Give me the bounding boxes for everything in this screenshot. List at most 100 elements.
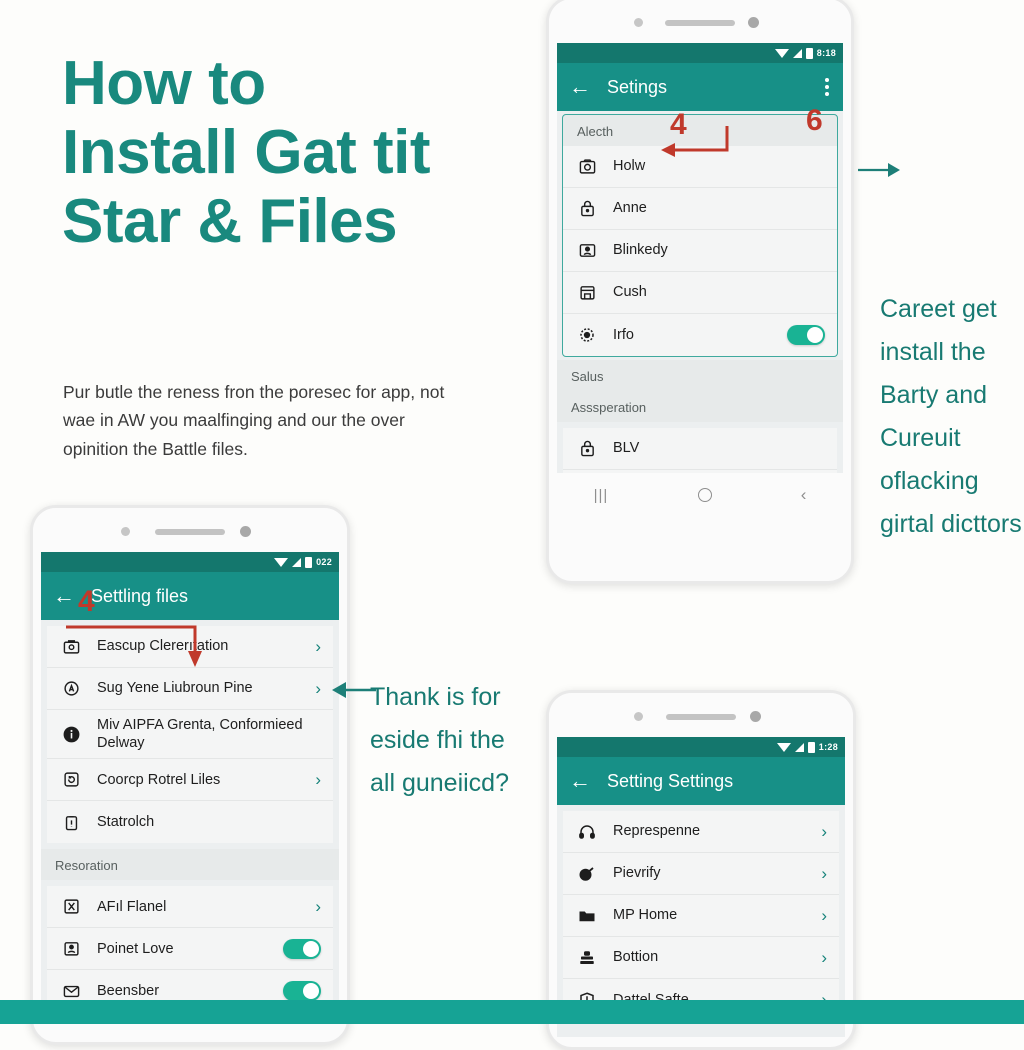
sensor-dot-icon bbox=[634, 712, 644, 721]
list-item[interactable]: Coorcp Rotrel Liles › bbox=[47, 759, 333, 802]
status-bar-time: 1:28 bbox=[818, 742, 838, 752]
lock-icon bbox=[575, 437, 599, 461]
front-camera-icon bbox=[748, 17, 760, 28]
list-item-label: Irfo bbox=[613, 326, 634, 343]
phone-mockup-bottom-right: 1:28 ← Setting Settings Represpenne › Pi… bbox=[546, 690, 856, 1050]
list-item[interactable]: Bottion › bbox=[563, 937, 839, 979]
phone-screen-bottom-right: 1:28 ← Setting Settings Represpenne › Pi… bbox=[557, 737, 845, 1037]
sensor-dot-icon bbox=[120, 527, 130, 536]
chevron-right-icon: › bbox=[821, 947, 827, 967]
arrow-left-icon[interactable]: ← bbox=[569, 76, 595, 98]
list-item[interactable]: BLV bbox=[563, 428, 837, 470]
settings-group-asssperation: BLV Sale dito bbox=[563, 428, 837, 473]
list-item-label: Miv AIPFA Grenta, Conformieed Delway bbox=[97, 717, 303, 752]
title-line-1: How to bbox=[62, 49, 266, 118]
list-item-label: Cush bbox=[613, 284, 647, 301]
note-icon bbox=[59, 810, 83, 834]
list-item[interactable]: AFıl Flanel › bbox=[47, 886, 333, 929]
arrow-left-icon[interactable]: ← bbox=[53, 585, 79, 607]
stamp-icon bbox=[575, 946, 599, 970]
chevron-right-icon: › bbox=[315, 896, 321, 916]
chevron-right-icon: › bbox=[821, 821, 827, 841]
page-title: How to Install Gat tit Star & Files bbox=[62, 52, 502, 254]
list-item-label: Coorcp Rotrel Liles bbox=[97, 771, 221, 788]
annotation-arrow-teal-left bbox=[332, 682, 376, 698]
info-icon bbox=[59, 722, 83, 746]
app-bar-title: Setings bbox=[607, 76, 668, 97]
annotation-arrow-red-left bbox=[66, 625, 202, 667]
contact-icon bbox=[575, 239, 599, 263]
phone-bezel-top bbox=[33, 508, 347, 552]
list-item-label: Pievrify bbox=[613, 865, 661, 882]
gear-icon bbox=[575, 323, 599, 347]
list-item[interactable]: Represpenne › bbox=[563, 811, 839, 853]
settings-group-resoration: AFıl Flanel › Poinet Love Beensber bbox=[47, 886, 333, 1013]
home-circle-icon[interactable] bbox=[697, 488, 712, 502]
right-caption-text: Careet get install the Barty and Cureuit… bbox=[880, 295, 1024, 538]
app-bar: ← Setting Settings bbox=[557, 757, 845, 805]
phone-screen-top-right: 8:18 ← Setings Alecth Holw Anne Blinkedy… bbox=[557, 43, 843, 473]
list-item[interactable]: Anne bbox=[563, 188, 837, 230]
person-icon bbox=[59, 937, 83, 961]
list-item-label: Bottion bbox=[613, 949, 659, 966]
chevron-right-icon: › bbox=[821, 863, 827, 883]
chevron-right-icon: › bbox=[315, 769, 321, 789]
middle-caption-text: Thank is for eside fhi the all guneiicd? bbox=[370, 683, 509, 797]
list-item[interactable]: Pievrify › bbox=[563, 853, 839, 895]
list-item[interactable]: Irfo bbox=[563, 314, 837, 356]
refresh-icon bbox=[59, 768, 83, 792]
chevron-right-icon: › bbox=[821, 905, 827, 925]
signal-icon bbox=[792, 48, 802, 58]
list-item[interactable]: MP Home › bbox=[563, 895, 839, 937]
annotation-number-4-top: 4 bbox=[670, 108, 687, 141]
toggle-switch[interactable] bbox=[283, 938, 321, 959]
list-item-label: AFıl Flanel bbox=[97, 898, 167, 915]
battery-icon bbox=[805, 47, 813, 59]
list-item[interactable]: Miv AIPFA Grenta, Conformieed Delway bbox=[47, 710, 333, 760]
list-item-label: Beensber bbox=[97, 983, 160, 1000]
list-item[interactable]: Sale dito bbox=[563, 470, 837, 473]
list-item-label: MP Home bbox=[613, 907, 678, 924]
circle-a-icon bbox=[59, 677, 83, 701]
list-item[interactable]: Blinkedy bbox=[563, 230, 837, 272]
phone-mockup-top-right: 8:18 ← Setings Alecth Holw Anne Blinkedy… bbox=[546, 0, 854, 584]
app-bar-title: Settling files bbox=[91, 585, 189, 606]
settings-group-main: Represpenne › Pievrify › MP Home › Botti… bbox=[563, 811, 839, 1021]
annotation-number-4-left: 4 bbox=[78, 585, 95, 618]
camera-icon bbox=[575, 155, 599, 179]
android-nav-bar: ||| ‹ bbox=[549, 473, 851, 517]
bottom-accent-strip bbox=[0, 1000, 1024, 1024]
app-bar: ← Setings bbox=[557, 63, 843, 111]
recents-icon[interactable]: ||| bbox=[594, 487, 609, 504]
annotation-arrow-red-top bbox=[661, 126, 729, 157]
list-item-label: Statrolch bbox=[97, 814, 155, 831]
folder-icon bbox=[575, 904, 599, 928]
section-header-resoration: Resoration bbox=[41, 849, 339, 881]
signal-icon bbox=[794, 742, 804, 752]
sensor-dot-icon bbox=[633, 18, 643, 27]
lock-icon bbox=[575, 197, 599, 221]
toggle-switch[interactable] bbox=[787, 325, 825, 345]
brush-icon bbox=[575, 862, 599, 886]
list-item[interactable]: Cush bbox=[563, 272, 837, 314]
section-header-salus: Salus bbox=[557, 360, 843, 391]
wifi-icon bbox=[274, 557, 289, 567]
list-item-label: BLV bbox=[613, 440, 640, 457]
overflow-menu-icon[interactable] bbox=[825, 78, 829, 96]
toggle-switch[interactable] bbox=[283, 981, 321, 1002]
annotation-number-6-top: 6 bbox=[806, 104, 823, 137]
front-camera-icon bbox=[240, 526, 252, 537]
wifi-icon bbox=[774, 48, 789, 58]
list-item[interactable]: Statrolch bbox=[47, 801, 333, 844]
section-header-asssperation: Asssperation bbox=[557, 391, 843, 422]
back-chevron-icon[interactable]: ‹ bbox=[801, 485, 807, 505]
chevron-right-icon: › bbox=[315, 678, 321, 698]
earpiece-speaker bbox=[665, 20, 735, 26]
chevron-right-icon: › bbox=[315, 636, 321, 656]
earpiece-speaker bbox=[666, 714, 736, 720]
list-item-label: Poinet Love bbox=[97, 940, 174, 957]
cut-icon bbox=[59, 895, 83, 919]
arrow-left-icon[interactable]: ← bbox=[569, 770, 595, 792]
list-item[interactable]: Poinet Love bbox=[47, 928, 333, 971]
window-icon bbox=[575, 281, 599, 305]
